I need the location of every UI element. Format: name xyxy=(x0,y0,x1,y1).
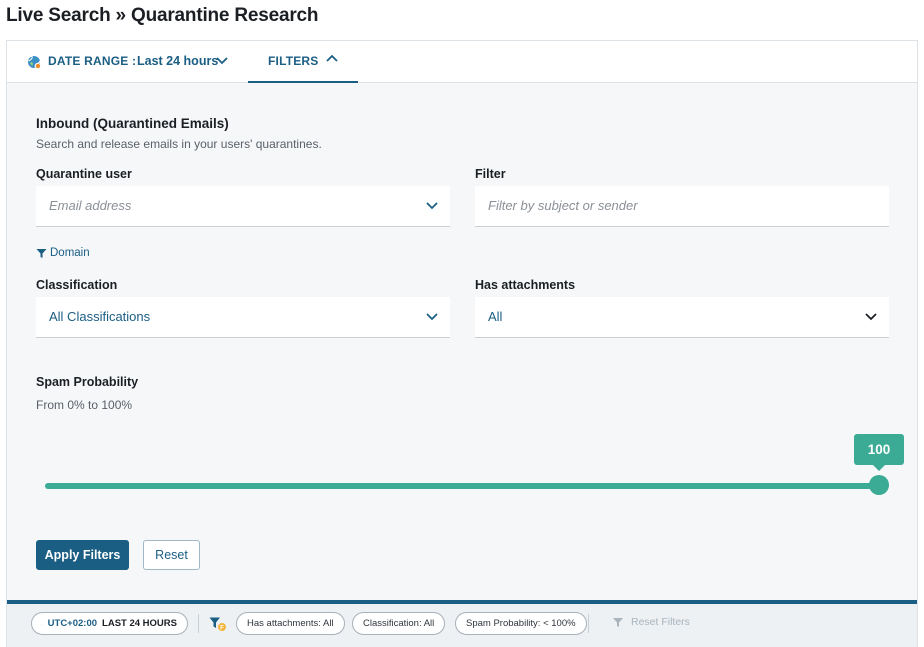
chevron-down-icon xyxy=(865,313,877,321)
domain-filter-link[interactable]: Domain xyxy=(36,247,90,259)
has-attachments-label: Has attachments xyxy=(475,278,576,292)
active-filters-bar: UTC+02:00 LAST 24 HOURS F Has attachment… xyxy=(7,600,917,647)
classification-value: All Classifications xyxy=(49,309,151,324)
reset-button[interactable]: Reset xyxy=(143,540,200,570)
filter-pill-classification[interactable]: Classification: All xyxy=(352,612,446,635)
filter-toolbar: DATE RANGE : Last 24 hours FILTERS xyxy=(7,41,917,83)
has-attachments-select[interactable]: All xyxy=(475,297,889,338)
quarantine-user-select[interactable]: Email address xyxy=(36,186,450,227)
chevron-down-icon[interactable] xyxy=(215,55,229,67)
filter-label: Filter xyxy=(475,167,506,181)
timezone-text: UTC+02:00 xyxy=(47,618,98,629)
chevron-down-icon xyxy=(426,202,438,210)
has-attachments-value: All xyxy=(488,309,503,324)
tab-filters-label: FILTERS xyxy=(268,54,319,68)
globe-icon xyxy=(28,56,41,69)
spam-slider-handle[interactable] xyxy=(869,475,889,495)
spam-slider-fill xyxy=(45,483,879,489)
globe-icon xyxy=(41,623,42,624)
filter-placeholder: Filter by subject or sender xyxy=(488,198,638,213)
date-range-value[interactable]: Last 24 hours xyxy=(137,54,218,68)
date-range-label: DATE RANGE : xyxy=(48,54,137,68)
quarantine-user-label: Quarantine user xyxy=(36,167,132,181)
spam-probability-range: From 0% to 100% xyxy=(36,398,133,412)
apply-filters-button[interactable]: Apply Filters xyxy=(36,540,129,570)
filter-input[interactable]: Filter by subject or sender xyxy=(475,186,889,227)
spam-probability-title: Spam Probability xyxy=(36,375,139,389)
filter-funnel-icon xyxy=(613,617,623,627)
filter-pill-attachments[interactable]: Has attachments: All xyxy=(236,612,345,635)
section-title: Inbound (Quarantined Emails) xyxy=(36,116,229,131)
section-description: Search and release emails in your users'… xyxy=(36,137,322,151)
filters-panel: DATE RANGE : Last 24 hours FILTERS Inbou… xyxy=(6,40,918,647)
spam-slider-track[interactable] xyxy=(45,483,879,489)
page-title: Live Search » Quarantine Research xyxy=(6,5,319,26)
filter-funnel-icon xyxy=(36,248,47,258)
svg-text:F: F xyxy=(220,626,224,632)
reset-filters-button[interactable]: Reset Filters xyxy=(612,616,690,628)
classification-label: Classification xyxy=(36,278,118,292)
period-text: LAST 24 HOURS xyxy=(102,618,177,629)
divider xyxy=(198,614,199,633)
timezone-pill[interactable]: UTC+02:00 LAST 24 HOURS xyxy=(31,612,188,635)
chevron-up-icon xyxy=(326,54,338,62)
quarantine-user-placeholder: Email address xyxy=(49,198,132,213)
reset-filters-label: Reset Filters xyxy=(631,616,690,628)
tab-filters[interactable]: FILTERS xyxy=(248,41,358,83)
domain-link-label: Domain xyxy=(50,247,90,259)
classification-select[interactable]: All Classifications xyxy=(36,297,450,338)
filter-pill-spam-probability[interactable]: Spam Probability: < 100% xyxy=(455,612,587,635)
divider xyxy=(588,614,589,633)
active-filters-icon: F xyxy=(209,617,226,632)
spam-slider-value-bubble: 100 xyxy=(854,434,904,471)
chevron-down-icon xyxy=(426,313,438,321)
